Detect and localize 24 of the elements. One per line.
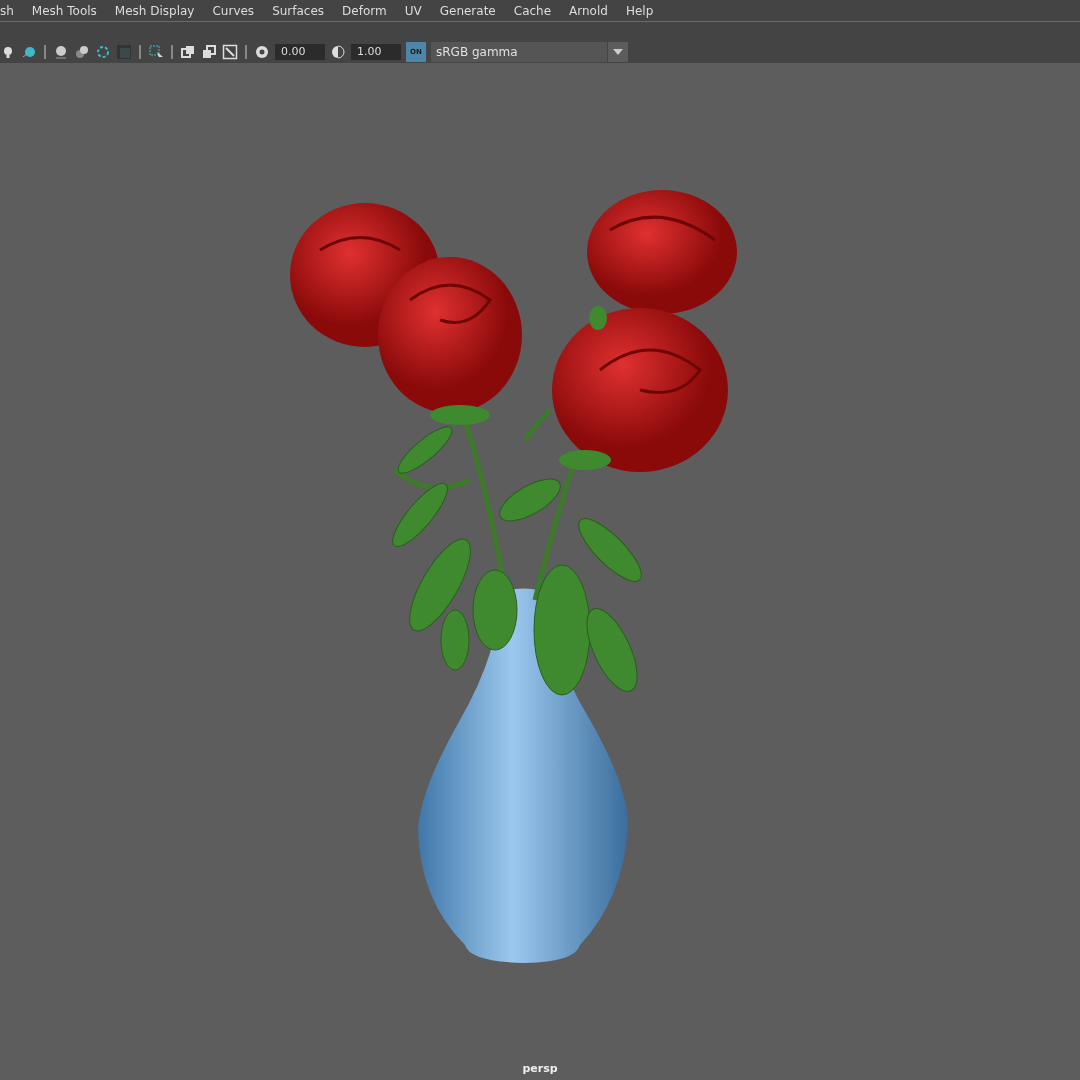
overlap-squares-icon[interactable] (201, 43, 217, 60)
menu-item[interactable]: sh (0, 3, 14, 18)
select-cursor-icon[interactable] (148, 43, 164, 60)
overlap-squares-icon[interactable] (180, 43, 196, 60)
view-transform-dropdown[interactable]: sRGB gamma (431, 41, 628, 62)
framed-square-icon[interactable] (222, 43, 238, 60)
contrast-icon[interactable] (330, 43, 346, 60)
menu-item[interactable]: Arnold (569, 3, 608, 18)
menu-item[interactable]: Generate (439, 3, 496, 18)
exposure-field[interactable]: 0.00 (275, 43, 325, 60)
spheres-icon[interactable] (74, 43, 90, 60)
menu-item[interactable]: Help (625, 3, 654, 18)
sphere-icon[interactable] (53, 43, 69, 60)
menu-item[interactable]: Surfaces (272, 3, 325, 18)
ring-icon[interactable] (95, 43, 111, 60)
menu-item[interactable]: Cache (513, 3, 552, 18)
menu-item[interactable]: Mesh Tools (31, 3, 97, 18)
menu-item[interactable]: Deform (342, 3, 387, 18)
caret-icon (613, 48, 623, 55)
gamma-field[interactable]: 1.00 (351, 43, 401, 60)
menu-item[interactable]: Mesh Display (114, 3, 195, 18)
camera-label: persp (522, 1062, 558, 1075)
menu-item[interactable]: Curves (212, 3, 255, 18)
menu-item[interactable]: UV (404, 3, 422, 18)
